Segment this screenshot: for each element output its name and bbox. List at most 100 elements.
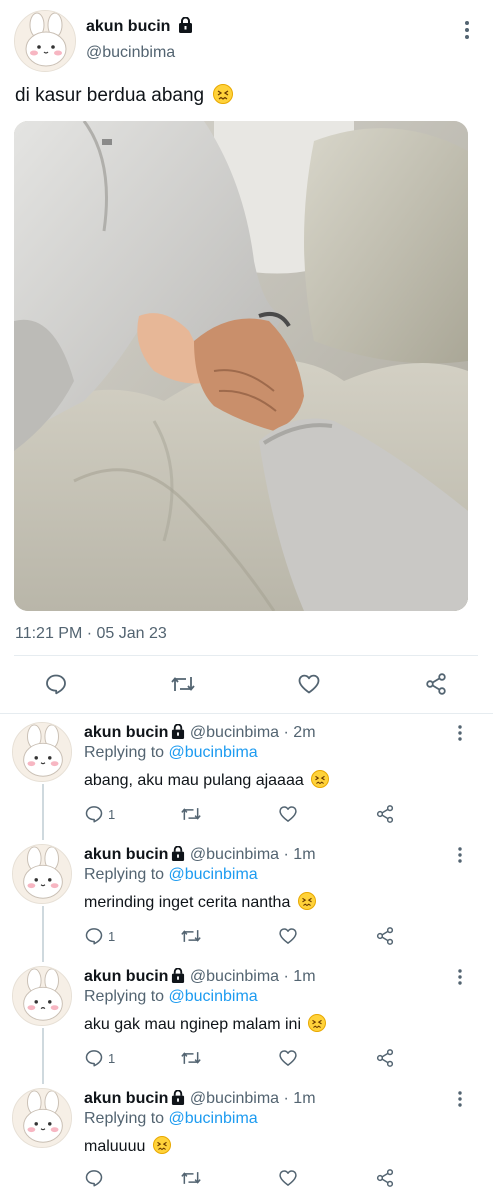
reply-count: 1	[108, 806, 116, 822]
author-name-row[interactable]: akun bucin	[86, 16, 193, 38]
reply-tweet[interactable]: akun bucin @bucinbima · 2m Replying to @…	[0, 720, 493, 842]
lock-icon	[171, 967, 185, 988]
reply-icon	[85, 1050, 103, 1067]
reply-avatar[interactable]	[12, 722, 72, 782]
replying-to-label: Replying to	[84, 866, 165, 883]
reply-author-name[interactable]: akun bucin	[84, 724, 168, 741]
bunny-avatar-image	[13, 723, 71, 781]
author-avatar[interactable]	[14, 10, 76, 72]
tweet-photo[interactable]	[14, 121, 468, 611]
reply-icon	[85, 806, 103, 823]
confounded-face-emoji-icon	[308, 1014, 327, 1032]
reply-button[interactable]	[44, 672, 68, 701]
author-handle[interactable]: @bucinbima	[86, 44, 175, 62]
author-name[interactable]: akun bucin	[86, 18, 170, 35]
reply-button[interactable]: 1	[84, 926, 115, 946]
retweet-icon	[181, 1052, 201, 1064]
share-button[interactable]	[375, 1168, 395, 1193]
share-icon	[376, 805, 394, 823]
replying-to-label: Replying to	[84, 988, 165, 1005]
bunny-avatar-image	[13, 967, 71, 1025]
reply-text: aku gak mau nginep malam ini	[84, 1016, 302, 1033]
confounded-face-emoji-icon	[213, 84, 234, 104]
confounded-face-emoji-icon	[297, 892, 316, 910]
bunny-avatar-image	[13, 1089, 71, 1147]
more-options-icon[interactable]	[460, 20, 474, 45]
reply-header: akun bucin @bucinbima · 1m	[84, 967, 316, 988]
lock-icon	[171, 845, 185, 866]
reply-author-name[interactable]: akun bucin	[84, 968, 168, 985]
reply-header: akun bucin @bucinbima · 1m	[84, 1089, 316, 1110]
reply-avatar[interactable]	[12, 844, 72, 904]
reply-text-row: maluuuu	[84, 1136, 171, 1156]
bunny-avatar-image	[15, 11, 75, 71]
share-icon	[426, 673, 446, 695]
reply-text: abang, aku mau pulang ajaaaa	[84, 772, 304, 789]
reply-time: · 1m	[283, 968, 316, 985]
reply-author-handle[interactable]: @bucinbima	[190, 724, 279, 741]
replying-to-label: Replying to	[84, 744, 165, 761]
share-button[interactable]	[375, 1048, 395, 1073]
retweet-button[interactable]	[170, 672, 196, 701]
lock-icon	[171, 1089, 185, 1110]
replying-to-link[interactable]: @bucinbima	[169, 866, 258, 883]
replying-to-link[interactable]: @bucinbima	[169, 744, 258, 761]
retweet-icon	[181, 808, 201, 820]
share-icon	[376, 927, 394, 945]
like-button[interactable]	[278, 1168, 298, 1193]
reply-text-row: abang, aku mau pulang ajaaaa	[84, 770, 330, 790]
reply-avatar[interactable]	[12, 1088, 72, 1148]
reply-text: maluuuu	[84, 1138, 146, 1155]
reply-tweet[interactable]: akun bucin @bucinbima · 1m Replying to @…	[0, 1086, 493, 1200]
reply-author-name[interactable]: akun bucin	[84, 846, 168, 863]
reply-tweet[interactable]: akun bucin @bucinbima · 1m Replying to @…	[0, 842, 493, 964]
reply-count: 1	[108, 1050, 116, 1066]
share-button[interactable]	[424, 672, 448, 701]
reply-header: akun bucin @bucinbima · 2m	[84, 723, 316, 744]
share-button[interactable]	[375, 926, 395, 951]
lock-icon	[178, 16, 193, 38]
reply-author-handle[interactable]: @bucinbima	[190, 968, 279, 985]
like-button[interactable]	[297, 672, 321, 701]
like-icon	[279, 928, 297, 944]
reply-text-row: aku gak mau nginep malam ini	[84, 1014, 327, 1034]
like-button[interactable]	[278, 804, 298, 829]
reply-avatar[interactable]	[12, 966, 72, 1026]
reply-author-handle[interactable]: @bucinbima	[190, 846, 279, 863]
retweet-button[interactable]	[180, 926, 202, 951]
reply-author-name[interactable]: akun bucin	[84, 1090, 168, 1107]
retweet-button[interactable]	[180, 804, 202, 829]
reply-button[interactable]: 1	[84, 804, 115, 824]
reply-author-handle[interactable]: @bucinbima	[190, 1090, 279, 1107]
reply-button[interactable]: 1	[84, 1048, 115, 1068]
retweet-button[interactable]	[180, 1048, 202, 1073]
like-button[interactable]	[278, 926, 298, 951]
more-options-icon[interactable]	[454, 846, 466, 869]
like-icon	[279, 806, 297, 822]
tweet-timestamp[interactable]: 11:21 PM · 05 Jan 23	[15, 625, 167, 643]
more-options-icon[interactable]	[454, 1090, 466, 1113]
more-options-icon[interactable]	[454, 724, 466, 747]
divider	[0, 713, 493, 714]
tweet-text-row: di kasur berdua abang	[15, 84, 234, 107]
reply-icon	[46, 674, 66, 695]
like-icon	[298, 674, 320, 694]
replying-to-link[interactable]: @bucinbima	[169, 988, 258, 1005]
retweet-icon	[181, 930, 201, 942]
share-button[interactable]	[375, 804, 395, 829]
reply-count: 1	[108, 928, 116, 944]
like-button[interactable]	[278, 1048, 298, 1073]
retweet-button[interactable]	[180, 1168, 202, 1193]
reply-button[interactable]	[84, 1168, 108, 1188]
reply-tweet[interactable]: akun bucin @bucinbima · 1m Replying to @…	[0, 964, 493, 1086]
confounded-face-emoji-icon	[152, 1136, 171, 1154]
retweet-icon	[181, 1172, 201, 1184]
reply-icon	[85, 1170, 103, 1187]
more-options-icon[interactable]	[454, 968, 466, 991]
replying-to-link[interactable]: @bucinbima	[169, 1110, 258, 1127]
tweet-text: di kasur berdua abang	[15, 85, 205, 106]
replying-to: Replying to @bucinbima	[84, 866, 258, 884]
share-icon	[376, 1049, 394, 1067]
divider	[14, 655, 478, 656]
reply-time: · 2m	[283, 724, 316, 741]
